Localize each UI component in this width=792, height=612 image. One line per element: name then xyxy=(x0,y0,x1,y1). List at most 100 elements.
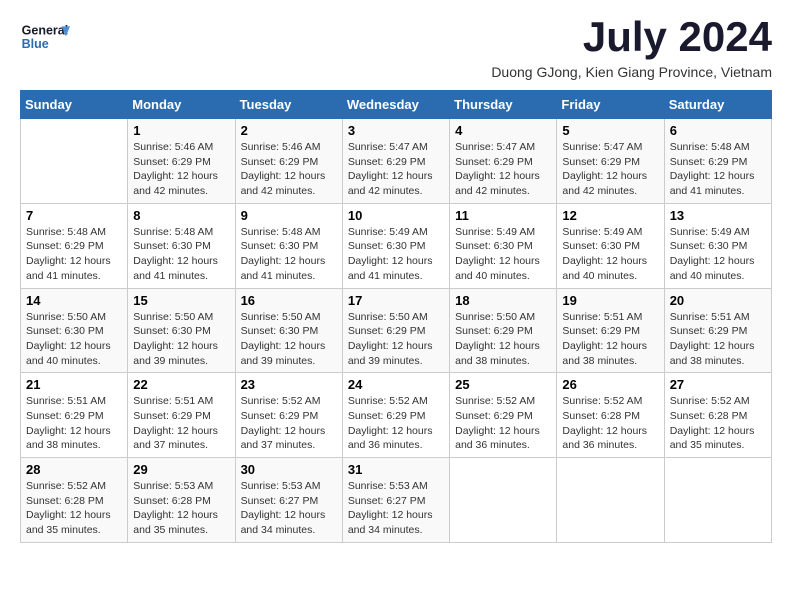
day-detail: Sunrise: 5:49 AM Sunset: 6:30 PM Dayligh… xyxy=(562,225,658,284)
calendar-cell: 15Sunrise: 5:50 AM Sunset: 6:30 PM Dayli… xyxy=(128,288,235,373)
day-number: 26 xyxy=(562,377,658,392)
day-detail: Sunrise: 5:48 AM Sunset: 6:30 PM Dayligh… xyxy=(241,225,337,284)
day-detail: Sunrise: 5:50 AM Sunset: 6:29 PM Dayligh… xyxy=(455,310,551,369)
calendar-cell: 19Sunrise: 5:51 AM Sunset: 6:29 PM Dayli… xyxy=(557,288,664,373)
day-number: 9 xyxy=(241,208,337,223)
calendar-cell: 4 Sunrise: 5:47 AM Sunset: 6:29 PM Daylig… xyxy=(450,119,557,204)
day-detail: Sunrise: 5:48 AM Sunset: 6:29 PM Dayligh… xyxy=(26,225,122,284)
day-number: 15 xyxy=(133,293,229,308)
calendar-week-row: 1 Sunrise: 5:46 AM Sunset: 6:29 PM Daylig… xyxy=(21,119,772,204)
day-number: 13 xyxy=(670,208,766,223)
calendar-cell: 21 Sunrise: 5:51 AM Sunset: 6:29 PM Dayli… xyxy=(21,373,128,458)
day-number: 31 xyxy=(348,462,444,477)
calendar-cell: 23Sunrise: 5:52 AM Sunset: 6:29 PM Dayli… xyxy=(235,373,342,458)
weekday-header-monday: Monday xyxy=(128,91,235,119)
day-detail: Sunrise: 5:52 AM Sunset: 6:28 PM Dayligh… xyxy=(562,394,658,453)
calendar-cell xyxy=(557,458,664,543)
day-detail: Sunrise: 5:51 AM Sunset: 6:29 PM Dayligh… xyxy=(562,310,658,369)
calendar-cell: 27 Sunrise: 5:52 AM Sunset: 6:28 PM Dayli… xyxy=(664,373,771,458)
day-number: 2 xyxy=(241,123,337,138)
calendar-week-row: 14 Sunrise: 5:50 AM Sunset: 6:30 PM Dayli… xyxy=(21,288,772,373)
weekday-header-thursday: Thursday xyxy=(450,91,557,119)
calendar-week-row: 21 Sunrise: 5:51 AM Sunset: 6:29 PM Dayli… xyxy=(21,373,772,458)
calendar-cell: 11Sunrise: 5:49 AM Sunset: 6:30 PM Dayli… xyxy=(450,203,557,288)
calendar-cell: 29Sunrise: 5:53 AM Sunset: 6:28 PM Dayli… xyxy=(128,458,235,543)
calendar-cell: 30 Sunrise: 5:53 AM Sunset: 6:27 PM Dayli… xyxy=(235,458,342,543)
day-number: 22 xyxy=(133,377,229,392)
calendar-cell: 13Sunrise: 5:49 AM Sunset: 6:30 PM Dayli… xyxy=(664,203,771,288)
day-detail: Sunrise: 5:52 AM Sunset: 6:29 PM Dayligh… xyxy=(348,394,444,453)
calendar-cell: 28 Sunrise: 5:52 AM Sunset: 6:28 PM Dayli… xyxy=(21,458,128,543)
day-number: 25 xyxy=(455,377,551,392)
day-detail: Sunrise: 5:53 AM Sunset: 6:28 PM Dayligh… xyxy=(133,479,229,538)
calendar-cell: 22Sunrise: 5:51 AM Sunset: 6:29 PM Dayli… xyxy=(128,373,235,458)
day-detail: Sunrise: 5:47 AM Sunset: 6:29 PM Dayligh… xyxy=(348,140,444,199)
calendar-cell: 26 Sunrise: 5:52 AM Sunset: 6:28 PM Dayli… xyxy=(557,373,664,458)
day-detail: Sunrise: 5:53 AM Sunset: 6:27 PM Dayligh… xyxy=(241,479,337,538)
day-detail: Sunrise: 5:52 AM Sunset: 6:29 PM Dayligh… xyxy=(241,394,337,453)
day-detail: Sunrise: 5:52 AM Sunset: 6:28 PM Dayligh… xyxy=(26,479,122,538)
day-number: 28 xyxy=(26,462,122,477)
logo: General Blue xyxy=(20,16,70,60)
day-detail: Sunrise: 5:50 AM Sunset: 6:30 PM Dayligh… xyxy=(241,310,337,369)
calendar-cell xyxy=(664,458,771,543)
calendar-cell: 14 Sunrise: 5:50 AM Sunset: 6:30 PM Dayli… xyxy=(21,288,128,373)
calendar-cell: 7 Sunrise: 5:48 AM Sunset: 6:29 PM Daylig… xyxy=(21,203,128,288)
day-number: 16 xyxy=(241,293,337,308)
day-number: 3 xyxy=(348,123,444,138)
day-number: 21 xyxy=(26,377,122,392)
day-number: 30 xyxy=(241,462,337,477)
day-number: 1 xyxy=(133,123,229,138)
day-detail: Sunrise: 5:48 AM Sunset: 6:30 PM Dayligh… xyxy=(133,225,229,284)
day-detail: Sunrise: 5:47 AM Sunset: 6:29 PM Dayligh… xyxy=(455,140,551,199)
day-detail: Sunrise: 5:47 AM Sunset: 6:29 PM Dayligh… xyxy=(562,140,658,199)
day-detail: Sunrise: 5:46 AM Sunset: 6:29 PM Dayligh… xyxy=(241,140,337,199)
day-number: 27 xyxy=(670,377,766,392)
day-number: 4 xyxy=(455,123,551,138)
calendar-cell: 5 Sunrise: 5:47 AM Sunset: 6:29 PM Daylig… xyxy=(557,119,664,204)
weekday-header-tuesday: Tuesday xyxy=(235,91,342,119)
day-detail: Sunrise: 5:50 AM Sunset: 6:29 PM Dayligh… xyxy=(348,310,444,369)
calendar-cell: 6Sunrise: 5:48 AM Sunset: 6:29 PM Daylig… xyxy=(664,119,771,204)
calendar-cell: 16 Sunrise: 5:50 AM Sunset: 6:30 PM Dayli… xyxy=(235,288,342,373)
day-detail: Sunrise: 5:51 AM Sunset: 6:29 PM Dayligh… xyxy=(670,310,766,369)
page-header: General Blue July 2024 xyxy=(20,16,772,60)
day-detail: Sunrise: 5:49 AM Sunset: 6:30 PM Dayligh… xyxy=(348,225,444,284)
calendar-cell: 3 Sunrise: 5:47 AM Sunset: 6:29 PM Daylig… xyxy=(342,119,449,204)
logo-svg: General Blue xyxy=(20,16,70,60)
weekday-header-sunday: Sunday xyxy=(21,91,128,119)
calendar-week-row: 7 Sunrise: 5:48 AM Sunset: 6:29 PM Daylig… xyxy=(21,203,772,288)
weekday-header-saturday: Saturday xyxy=(664,91,771,119)
day-number: 12 xyxy=(562,208,658,223)
day-number: 17 xyxy=(348,293,444,308)
day-detail: Sunrise: 5:52 AM Sunset: 6:28 PM Dayligh… xyxy=(670,394,766,453)
location-subtitle: Duong GJong, Kien Giang Province, Vietna… xyxy=(20,64,772,80)
day-detail: Sunrise: 5:46 AM Sunset: 6:29 PM Dayligh… xyxy=(133,140,229,199)
day-number: 5 xyxy=(562,123,658,138)
calendar-cell: 24 Sunrise: 5:52 AM Sunset: 6:29 PM Dayli… xyxy=(342,373,449,458)
day-detail: Sunrise: 5:51 AM Sunset: 6:29 PM Dayligh… xyxy=(26,394,122,453)
calendar-week-row: 28 Sunrise: 5:52 AM Sunset: 6:28 PM Dayli… xyxy=(21,458,772,543)
day-detail: Sunrise: 5:52 AM Sunset: 6:29 PM Dayligh… xyxy=(455,394,551,453)
weekday-header-friday: Friday xyxy=(557,91,664,119)
day-number: 8 xyxy=(133,208,229,223)
calendar-cell: 31Sunrise: 5:53 AM Sunset: 6:27 PM Dayli… xyxy=(342,458,449,543)
day-number: 11 xyxy=(455,208,551,223)
day-number: 10 xyxy=(348,208,444,223)
calendar-cell: 9 Sunrise: 5:48 AM Sunset: 6:30 PM Daylig… xyxy=(235,203,342,288)
day-detail: Sunrise: 5:50 AM Sunset: 6:30 PM Dayligh… xyxy=(26,310,122,369)
calendar-cell: 1 Sunrise: 5:46 AM Sunset: 6:29 PM Daylig… xyxy=(128,119,235,204)
weekday-header-row: SundayMondayTuesdayWednesdayThursdayFrid… xyxy=(21,91,772,119)
svg-text:Blue: Blue xyxy=(22,37,49,51)
calendar-cell: 2 Sunrise: 5:46 AM Sunset: 6:29 PM Daylig… xyxy=(235,119,342,204)
calendar-cell xyxy=(21,119,128,204)
calendar-title: July 2024 xyxy=(583,16,772,58)
day-number: 6 xyxy=(670,123,766,138)
calendar-cell: 8 Sunrise: 5:48 AM Sunset: 6:30 PM Daylig… xyxy=(128,203,235,288)
day-number: 7 xyxy=(26,208,122,223)
calendar-cell: 20Sunrise: 5:51 AM Sunset: 6:29 PM Dayli… xyxy=(664,288,771,373)
calendar-table: SundayMondayTuesdayWednesdayThursdayFrid… xyxy=(20,90,772,543)
day-number: 24 xyxy=(348,377,444,392)
day-number: 14 xyxy=(26,293,122,308)
calendar-cell: 25 Sunrise: 5:52 AM Sunset: 6:29 PM Dayli… xyxy=(450,373,557,458)
